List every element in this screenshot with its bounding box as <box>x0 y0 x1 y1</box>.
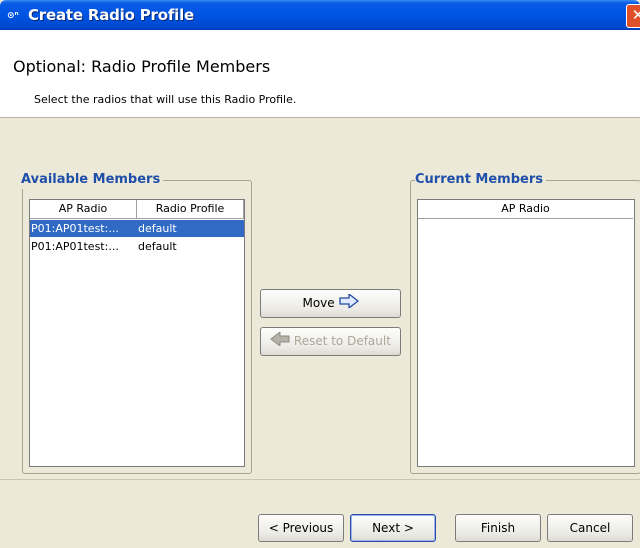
svg-text:⊙ⁿ: ⊙ⁿ <box>7 11 19 20</box>
arrow-right-icon <box>338 291 359 317</box>
move-label: Move <box>302 296 335 310</box>
move-button[interactable]: Move <box>260 289 401 318</box>
current-members-legend: Current Members <box>415 171 547 189</box>
reset-label: Reset to Default <box>293 334 391 348</box>
available-members-table[interactable]: AP Radio Radio Profile P01:AP01test:... … <box>29 199 245 467</box>
close-icon: ✕ <box>631 6 640 24</box>
app-logo-icon: ⊙ⁿ <box>7 8 25 22</box>
table-row[interactable]: P01:AP01test:... default <box>30 220 244 237</box>
page-subtitle: Select the radios that will use this Rad… <box>34 93 297 106</box>
current-members-table[interactable]: AP Radio <box>417 199 635 467</box>
current-members-group: Current Members AP Radio <box>410 171 640 474</box>
cancel-button[interactable]: Cancel <box>547 514 633 542</box>
reset-to-default-button[interactable]: Reset to Default <box>260 327 401 356</box>
previous-button[interactable]: < Previous <box>258 514 344 542</box>
page-title: Optional: Radio Profile Members <box>13 57 271 76</box>
arrow-left-icon <box>270 329 290 355</box>
cell-radio-profile: default <box>138 222 177 235</box>
column-header-ap-radio[interactable]: AP Radio <box>30 200 137 219</box>
cell-ap-radio: P01:AP01test:... <box>31 222 119 235</box>
table-row[interactable]: P01:AP01test:... default <box>30 238 244 255</box>
window-title: Create Radio Profile <box>28 6 195 24</box>
footer-divider <box>0 479 640 480</box>
next-button[interactable]: Next > <box>350 514 436 542</box>
available-members-legend: Available Members <box>21 171 164 189</box>
close-button[interactable]: ✕ <box>626 4 640 28</box>
cell-radio-profile: default <box>138 240 177 253</box>
finish-button[interactable]: Finish <box>455 514 541 542</box>
title-bar: ⊙ⁿ Create Radio Profile ✕ <box>0 0 640 30</box>
column-header-radio-profile[interactable]: Radio Profile <box>137 200 244 219</box>
column-header-ap-radio[interactable]: AP Radio <box>418 200 633 219</box>
cell-ap-radio: P01:AP01test:... <box>31 240 119 253</box>
wizard-header: Optional: Radio Profile Members Select t… <box>0 30 640 118</box>
available-members-group: Available Members AP Radio Radio Profile… <box>21 171 252 474</box>
